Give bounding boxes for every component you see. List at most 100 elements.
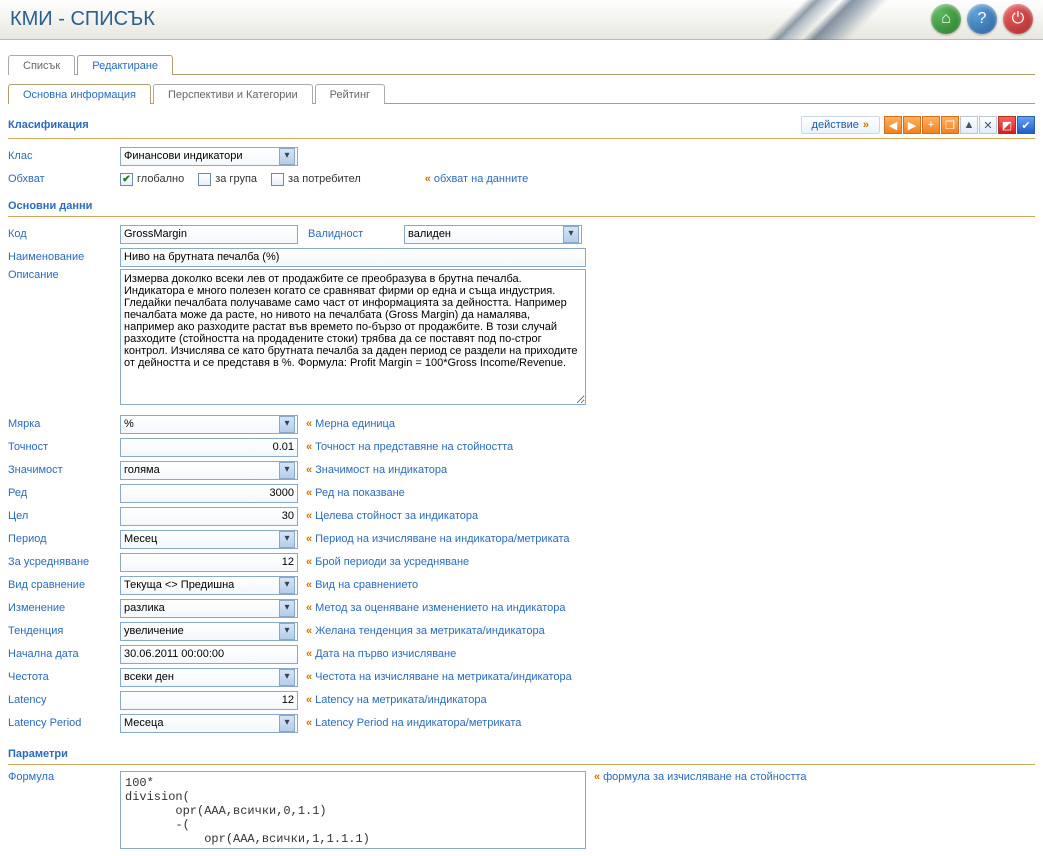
compare-select[interactable]: Текуща <> Предишна xyxy=(120,576,298,595)
power-icon[interactable]: ⏻ xyxy=(1003,4,1033,34)
header-decoration xyxy=(733,0,933,40)
hint-startdate: Дата на първо изчисляване xyxy=(315,648,456,660)
name-input[interactable] xyxy=(120,248,586,267)
averaging-input[interactable] xyxy=(120,553,298,572)
nav-next-button[interactable]: ▶ xyxy=(903,116,921,134)
label-scope: Обхват xyxy=(8,173,120,185)
label-significance: Значимост xyxy=(8,464,120,476)
formula-textarea[interactable]: 100* division( opr(AAA,всички,0,1.1) -( … xyxy=(120,771,586,849)
hint-quote-icon: « xyxy=(594,771,600,783)
label-formula: Формула xyxy=(8,771,120,783)
up-button[interactable]: ▲ xyxy=(960,116,978,134)
latperiod-select[interactable]: Месеца xyxy=(120,714,298,733)
latency-input[interactable] xyxy=(120,691,298,710)
hint-target: Целева стойност за индикатора xyxy=(315,510,478,522)
period-select[interactable]: Месец xyxy=(120,530,298,549)
hint-averaging: Брой периоди за усредняване xyxy=(315,556,469,568)
class-select[interactable]: Финансови индикатори xyxy=(120,147,298,166)
confirm-button[interactable]: ✔ xyxy=(1017,116,1035,134)
hint-quote-icon: « xyxy=(306,694,312,706)
hint-quote-icon: « xyxy=(306,418,312,430)
label-measure: Мярка xyxy=(8,418,120,430)
flag-button[interactable]: ◩ xyxy=(998,116,1016,134)
hint-quote-icon: « xyxy=(425,173,431,185)
tab-perspectives[interactable]: Перспективи и Категории xyxy=(153,84,313,104)
label-class: Клас xyxy=(8,150,120,162)
section-divider xyxy=(8,764,1035,765)
close-button[interactable]: ✕ xyxy=(979,116,997,134)
hint-precision: Точност на представяне на стойността xyxy=(315,441,513,453)
hint-period: Период на изчисляване на индикатора/метр… xyxy=(315,533,569,545)
section-classification-title: Класификация xyxy=(8,119,89,131)
label-validity: Валидност xyxy=(308,228,404,240)
trend-select[interactable]: увеличение xyxy=(120,622,298,641)
label-user: за потребител xyxy=(288,173,361,185)
add-button[interactable]: + xyxy=(922,116,940,134)
section-parameters-title: Параметри xyxy=(8,748,68,760)
record-toolbar: ◀ ▶ + ❐ ▲ ✕ ◩ ✔ xyxy=(884,116,1035,134)
section-divider xyxy=(8,216,1035,217)
precision-input[interactable] xyxy=(120,438,298,457)
tab-edit[interactable]: Редактиране xyxy=(77,55,173,75)
hint-formula: формула за изчисляване на стойността xyxy=(603,771,806,783)
label-global: глобално xyxy=(137,173,184,185)
startdate-input[interactable] xyxy=(120,645,298,664)
label-group: за група xyxy=(215,173,257,185)
help-icon[interactable]: ? xyxy=(967,4,997,34)
page-title: КМИ - СПИСЪК xyxy=(10,8,155,31)
nav-prev-button[interactable]: ◀ xyxy=(884,116,902,134)
action-label: действие xyxy=(812,119,859,131)
tab-list[interactable]: Списък xyxy=(8,55,75,75)
checkbox-global[interactable]: ✔ xyxy=(120,173,133,186)
hint-quote-icon: « xyxy=(306,556,312,568)
label-change: Изменение xyxy=(8,602,120,614)
label-latperiod: Latency Period xyxy=(8,717,120,729)
freq-select[interactable]: всеки ден xyxy=(120,668,298,687)
change-select[interactable]: разлика xyxy=(120,599,298,618)
action-button[interactable]: действие » xyxy=(801,116,880,134)
hint-latency: Latency на метриката/индикатора xyxy=(315,694,486,706)
home-icon[interactable]: ⌂ xyxy=(931,4,961,34)
code-input[interactable] xyxy=(120,225,298,244)
hint-quote-icon: « xyxy=(306,510,312,522)
checkbox-user[interactable] xyxy=(271,173,284,186)
label-target: Цел xyxy=(8,510,120,522)
hint-quote-icon: « xyxy=(306,464,312,476)
label-latency: Latency xyxy=(8,694,120,706)
hint-quote-icon: « xyxy=(306,671,312,683)
tab-basic-info[interactable]: Основна информация xyxy=(8,84,151,104)
label-precision: Точност xyxy=(8,441,120,453)
checkbox-group[interactable] xyxy=(198,173,211,186)
primary-tabs: Списък Редактиране xyxy=(8,54,1035,75)
hint-quote-icon: « xyxy=(306,717,312,729)
section-divider xyxy=(8,138,1035,139)
label-desc: Описание xyxy=(8,269,120,281)
label-trend: Тенденция xyxy=(8,625,120,637)
target-input[interactable] xyxy=(120,507,298,526)
hint-latperiod: Latency Period на индикатора/метриката xyxy=(315,717,521,729)
validity-select[interactable]: валиден xyxy=(404,225,582,244)
hint-order: Ред на показване xyxy=(315,487,405,499)
hint-quote-icon: « xyxy=(306,533,312,545)
significance-select[interactable]: голяма xyxy=(120,461,298,480)
header-icon-group: ⌂ ? ⏻ xyxy=(931,4,1033,34)
hint-quote-icon: « xyxy=(306,487,312,499)
hint-quote-icon: « xyxy=(306,441,312,453)
label-compare: Вид сравнение xyxy=(8,579,120,591)
hint-trend: Желана тенденция за метриката/индикатора xyxy=(315,625,545,637)
label-period: Период xyxy=(8,533,120,545)
copy-button[interactable]: ❐ xyxy=(941,116,959,134)
description-textarea[interactable]: Измерва доколко всеки лев от продажбите … xyxy=(120,269,586,405)
hint-change: Метод за оценяване изменението на индика… xyxy=(315,602,565,614)
hint-quote-icon: « xyxy=(306,625,312,637)
measure-select[interactable]: % xyxy=(120,415,298,434)
label-name: Наименование xyxy=(8,251,120,263)
label-code: Код xyxy=(8,228,120,240)
label-freq: Честота xyxy=(8,671,120,683)
hint-quote-icon: « xyxy=(306,579,312,591)
chevron-right-icon: » xyxy=(863,119,869,131)
hint-scope: обхват на данните xyxy=(434,173,528,185)
order-input[interactable] xyxy=(120,484,298,503)
label-order: Ред xyxy=(8,487,120,499)
tab-rating[interactable]: Рейтинг xyxy=(315,84,385,104)
